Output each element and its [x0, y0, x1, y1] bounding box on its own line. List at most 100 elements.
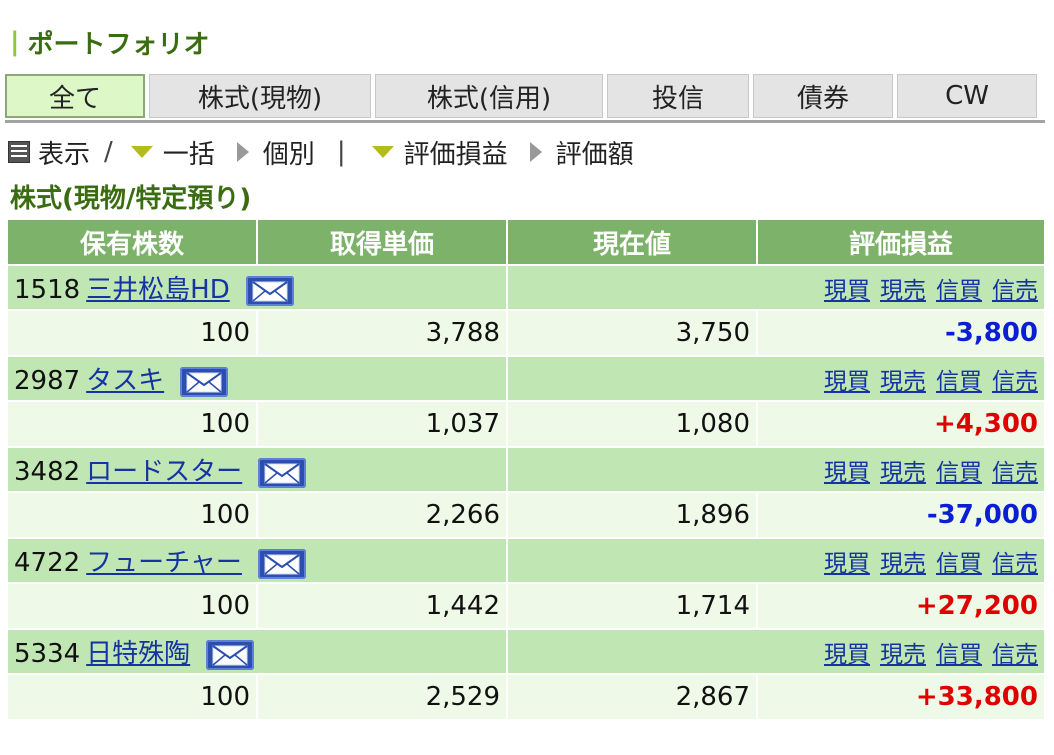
header-price: 現在値 [506, 218, 758, 266]
price-cell: 1,080 [506, 400, 758, 448]
cost-cell: 3,788 [256, 309, 508, 357]
display-label: 表示 [38, 139, 91, 170]
page-title: | ポートフォリオ [10, 22, 210, 62]
stock-cell: 1518 三井松島HD [6, 264, 508, 311]
value-toggle[interactable]: 評価額 [508, 134, 634, 171]
buy-margin-link[interactable]: 信買 [936, 642, 982, 668]
price-cell: 3,750 [506, 309, 758, 357]
stock-name-link[interactable]: 三井松島HD [86, 275, 230, 305]
sell-margin-link[interactable]: 信売 [992, 551, 1038, 577]
pl-value: +4,300 [933, 409, 1038, 439]
trade-links: 現買 現売 信買 信売 [506, 264, 1046, 311]
title-accent-bar: | [10, 27, 20, 57]
header-cost: 取得単価 [256, 218, 508, 266]
buy-margin-link[interactable]: 信買 [936, 460, 982, 486]
mail-icon[interactable] [258, 457, 307, 488]
sell-cash-link[interactable]: 現売 [880, 551, 926, 577]
section-title: 株式(現物/特定預り) [10, 183, 252, 214]
pl-cell: +4,300 [756, 400, 1046, 448]
table-row: 5334 日特殊陶 現買 現売 信買 信売 [6, 628, 1046, 675]
cost-cell: 1,442 [256, 582, 508, 630]
price-cell: 2,867 [506, 673, 758, 721]
pl-cell: +27,200 [756, 582, 1046, 630]
display-controls: 表示 / 一括 個別 | 評価損益 評価額 [8, 132, 634, 172]
pl-cell: -3,800 [756, 309, 1046, 357]
individual-label: 個別 [262, 139, 315, 170]
value-label: 評価額 [555, 139, 634, 170]
header-shares: 保有株数 [6, 218, 258, 266]
buy-margin-link[interactable]: 信買 [936, 369, 982, 395]
sell-cash-link[interactable]: 現売 [880, 369, 926, 395]
asset-tabs: 全て 株式(現物) 株式(信用) 投信 債券 CW [5, 74, 1045, 123]
holdings-table: 保有株数 取得単価 現在値 評価損益 1518 三井松島HD 現買 現売 信買 信売 100… [6, 218, 1046, 721]
cost-cell: 2,266 [256, 491, 508, 539]
stock-code: 2987 [14, 366, 81, 396]
buy-margin-link[interactable]: 信買 [936, 551, 982, 577]
buy-cash-link[interactable]: 現買 [824, 460, 870, 486]
buy-cash-link[interactable]: 現買 [824, 369, 870, 395]
mail-icon[interactable] [180, 366, 229, 397]
pl-label: 評価損益 [403, 139, 508, 170]
tab-stock-margin[interactable]: 株式(信用) [375, 74, 603, 118]
shares-cell: 100 [6, 491, 258, 539]
sell-margin-link[interactable]: 信売 [992, 278, 1038, 304]
buy-cash-link[interactable]: 現買 [824, 551, 870, 577]
tab-cw[interactable]: CW [897, 74, 1037, 118]
buy-cash-link[interactable]: 現買 [824, 278, 870, 304]
separator-bar: | [336, 137, 346, 167]
sell-margin-link[interactable]: 信売 [992, 369, 1038, 395]
holdings-body: 1518 三井松島HD 現買 現売 信買 信売 100 3,788 3,750 -3,800 298… [6, 264, 1046, 721]
list-view-icon [8, 141, 30, 163]
pl-cell: +33,800 [756, 673, 1046, 721]
stock-name-link[interactable]: タスキ [86, 366, 164, 396]
mail-icon[interactable] [257, 548, 306, 579]
table-row: 3482 ロードスター 現買 現売 信買 信売 [6, 446, 1046, 493]
table-row: 100 3,788 3,750 -3,800 [6, 309, 1046, 357]
buy-margin-link[interactable]: 信買 [936, 278, 982, 304]
tab-all[interactable]: 全て [5, 74, 145, 118]
shares-cell: 100 [6, 582, 258, 630]
price-cell: 1,896 [506, 491, 758, 539]
tab-stock-cash[interactable]: 株式(現物) [149, 74, 371, 118]
portfolio-page: | ポートフォリオ 全て 株式(現物) 株式(信用) 投信 債券 CW 表示 /… [0, 0, 1054, 755]
stock-name-link[interactable]: ロードスター [86, 457, 242, 487]
tab-investment-trust[interactable]: 投信 [607, 74, 749, 118]
sell-cash-link[interactable]: 現売 [880, 278, 926, 304]
price-cell: 1,714 [506, 582, 758, 630]
cost-cell: 1,037 [256, 400, 508, 448]
sell-margin-link[interactable]: 信売 [992, 460, 1038, 486]
triangle-down-icon [130, 146, 153, 158]
stock-code: 3482 [14, 457, 81, 487]
header-pl: 評価損益 [756, 218, 1046, 266]
pl-toggle[interactable]: 評価損益 [368, 134, 508, 171]
pl-value: +27,200 [915, 591, 1038, 621]
trade-links: 現買 現売 信買 信売 [506, 628, 1046, 675]
table-header-row: 保有株数 取得単価 現在値 評価損益 [6, 218, 1046, 266]
sell-cash-link[interactable]: 現売 [880, 460, 926, 486]
tab-bonds[interactable]: 債券 [753, 74, 893, 118]
stock-code: 4722 [14, 548, 81, 578]
bulk-toggle[interactable]: 一括 [127, 134, 215, 171]
trade-links: 現買 現売 信買 信売 [506, 355, 1046, 402]
separator-slash: / [104, 137, 113, 167]
stock-name-link[interactable]: 日特殊陶 [86, 639, 190, 669]
pl-value: +33,800 [915, 682, 1038, 712]
table-row: 100 1,442 1,714 +27,200 [6, 582, 1046, 630]
stock-cell: 5334 日特殊陶 [6, 628, 508, 675]
stock-cell: 4722 フューチャー [6, 537, 508, 584]
cost-cell: 2,529 [256, 673, 508, 721]
stock-name-link[interactable]: フューチャー [86, 548, 242, 578]
shares-cell: 100 [6, 673, 258, 721]
bulk-label: 一括 [162, 139, 215, 170]
triangle-down-icon [371, 146, 394, 158]
mail-icon[interactable] [245, 275, 294, 306]
sell-cash-link[interactable]: 現売 [880, 642, 926, 668]
pl-value: -3,800 [944, 318, 1038, 348]
sell-margin-link[interactable]: 信売 [992, 642, 1038, 668]
individual-toggle[interactable]: 個別 [215, 134, 315, 171]
triangle-right-icon [236, 142, 249, 162]
stock-cell: 3482 ロードスター [6, 446, 508, 493]
trade-links: 現買 現売 信買 信売 [506, 446, 1046, 493]
buy-cash-link[interactable]: 現買 [824, 642, 870, 668]
mail-icon[interactable] [206, 639, 255, 670]
